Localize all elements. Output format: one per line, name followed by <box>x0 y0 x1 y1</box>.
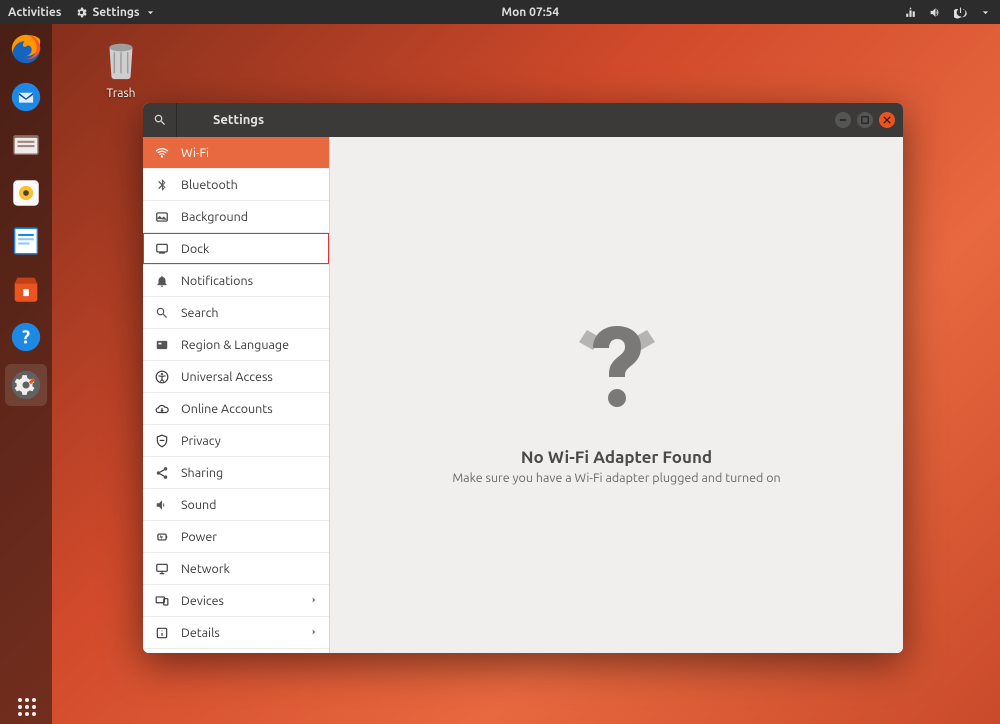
volume-icon <box>929 6 942 19</box>
window-minimize-button[interactable] <box>835 112 851 128</box>
sidebar-item-privacy[interactable]: Privacy <box>143 425 329 457</box>
dock-icon <box>155 242 169 256</box>
dock-libreoffice-writer[interactable] <box>5 220 47 262</box>
ubuntu-software-icon <box>9 272 43 306</box>
search-icon <box>155 306 169 320</box>
sidebar-item-label: Dock <box>181 242 209 256</box>
sidebar-item-network[interactable]: Network <box>143 553 329 585</box>
network-icon <box>155 562 169 576</box>
window-close-button[interactable] <box>879 112 895 128</box>
firefox-icon <box>9 32 43 66</box>
sidebar-item-details[interactable]: Details <box>143 617 329 649</box>
desktop-trash-label: Trash <box>86 87 156 100</box>
sidebar-item-label: Power <box>181 530 217 544</box>
sidebar-item-label: Universal Access <box>181 370 273 384</box>
devices-icon <box>155 594 169 608</box>
dock-help[interactable]: ? <box>5 316 47 358</box>
maximize-icon <box>861 116 869 124</box>
sound-icon <box>155 498 169 512</box>
dock-ubuntu-software[interactable] <box>5 268 47 310</box>
settings-window: Settings Wi-Fi Bluetooth Background <box>143 103 903 653</box>
content-heading: No Wi-Fi Adapter Found <box>521 448 712 467</box>
trash-icon <box>98 36 144 82</box>
search-icon <box>153 113 167 127</box>
sidebar-item-bluetooth[interactable]: Bluetooth <box>143 169 329 201</box>
question-mark-icon <box>557 306 677 430</box>
close-icon <box>883 116 891 124</box>
window-maximize-button[interactable] <box>857 112 873 128</box>
show-applications-button[interactable] <box>18 698 36 716</box>
privacy-icon <box>155 434 169 448</box>
system-status-area[interactable] <box>904 6 992 19</box>
settings-app-icon <box>9 368 43 402</box>
sidebar-item-label: Wi-Fi <box>181 146 209 160</box>
accessibility-icon <box>155 370 169 384</box>
share-icon <box>155 466 169 480</box>
content-subtext: Make sure you have a Wi-Fi adapter plugg… <box>452 471 780 485</box>
sidebar-item-notifications[interactable]: Notifications <box>143 265 329 297</box>
background-icon <box>155 210 169 224</box>
chevron-right-icon <box>309 626 319 640</box>
dropdown-arrow-icon <box>144 6 157 19</box>
desktop-trash[interactable]: Trash <box>86 36 156 100</box>
details-icon <box>155 626 169 640</box>
bluetooth-icon <box>155 178 169 192</box>
dock-settings[interactable] <box>5 364 47 406</box>
sidebar-item-label: Bluetooth <box>181 178 238 192</box>
sidebar-item-devices[interactable]: Devices <box>143 585 329 617</box>
region-icon <box>155 338 169 352</box>
sidebar-item-label: Sharing <box>181 466 223 480</box>
sidebar-item-universal-access[interactable]: Universal Access <box>143 361 329 393</box>
sidebar-item-search[interactable]: Search <box>143 297 329 329</box>
dock-thunderbird[interactable] <box>5 76 47 118</box>
app-menu[interactable]: Settings <box>75 6 156 19</box>
thunderbird-icon <box>9 80 43 114</box>
sidebar-item-label: Details <box>181 626 220 640</box>
sidebar-item-label: Background <box>181 210 248 224</box>
power-icon <box>954 6 967 19</box>
sidebar-item-sound[interactable]: Sound <box>143 489 329 521</box>
rhythmbox-icon <box>9 176 43 210</box>
bell-icon <box>155 274 169 288</box>
sidebar-item-label: Sound <box>181 498 216 512</box>
window-title: Settings <box>177 113 835 127</box>
sidebar-item-sharing[interactable]: Sharing <box>143 457 329 489</box>
help-icon: ? <box>9 320 43 354</box>
settings-content-pane: No Wi-Fi Adapter Found Make sure you hav… <box>330 137 903 653</box>
sidebar-item-label: Privacy <box>181 434 221 448</box>
window-titlebar[interactable]: Settings <box>143 103 903 137</box>
dock: ? <box>0 24 52 724</box>
dock-files[interactable] <box>5 124 47 166</box>
libreoffice-writer-icon <box>9 224 43 258</box>
sidebar-search-button[interactable] <box>143 103 177 137</box>
dock-firefox[interactable] <box>5 28 47 70</box>
clock[interactable]: Mon 07:54 <box>157 6 904 19</box>
dropdown-arrow-icon <box>979 6 992 19</box>
sidebar-item-wifi[interactable]: Wi-Fi <box>143 137 329 169</box>
power-icon <box>155 530 169 544</box>
minimize-icon <box>839 116 847 124</box>
sidebar-item-region-language[interactable]: Region & Language <box>143 329 329 361</box>
files-icon <box>9 128 43 162</box>
sidebar-item-label: Online Accounts <box>181 402 273 416</box>
cloud-icon <box>155 402 169 416</box>
sidebar-item-background[interactable]: Background <box>143 201 329 233</box>
sidebar-item-label: Network <box>181 562 230 576</box>
wifi-icon <box>155 146 169 160</box>
network-icon <box>904 6 917 19</box>
sidebar-item-dock[interactable]: Dock <box>143 233 329 265</box>
sidebar-item-label: Devices <box>181 594 224 608</box>
settings-gear-icon <box>75 6 88 19</box>
top-bar: Activities Settings Mon 07:54 <box>0 0 1000 24</box>
dock-rhythmbox[interactable] <box>5 172 47 214</box>
sidebar-item-power[interactable]: Power <box>143 521 329 553</box>
svg-text:?: ? <box>22 327 30 347</box>
settings-sidebar: Wi-Fi Bluetooth Background Dock Notifica… <box>143 137 330 653</box>
sidebar-item-online-accounts[interactable]: Online Accounts <box>143 393 329 425</box>
sidebar-item-label: Region & Language <box>181 338 289 352</box>
sidebar-item-label: Notifications <box>181 274 253 288</box>
sidebar-item-label: Search <box>181 306 219 320</box>
activities-button[interactable]: Activities <box>8 6 61 19</box>
chevron-right-icon <box>309 594 319 608</box>
